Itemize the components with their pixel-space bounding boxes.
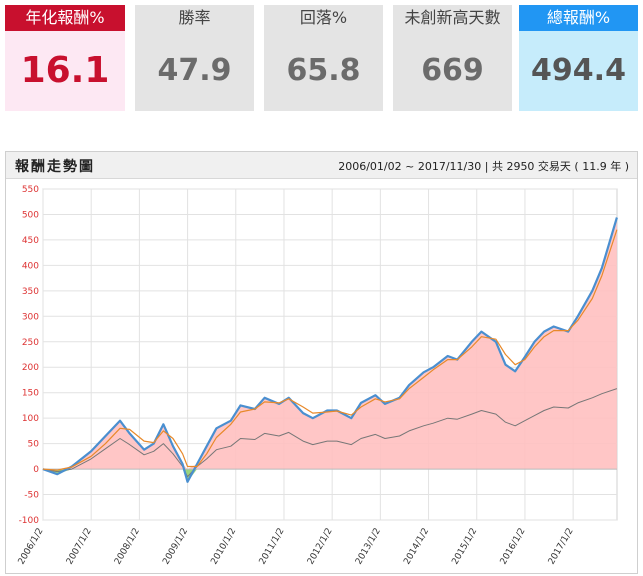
x-tick-label: 2007/1/2	[65, 527, 94, 567]
x-tick-label: 2010/1/2	[210, 527, 239, 567]
total-return-card: 總報酬% 494.4	[519, 5, 638, 111]
win-rate-label: 勝率	[135, 5, 254, 31]
y-tick-label: -100	[19, 516, 40, 526]
x-tick-label: 2017/1/2	[547, 527, 576, 567]
x-tick-label: 2008/1/2	[113, 527, 142, 567]
y-tick-label: 50	[28, 440, 40, 450]
drawdown-label: 回落%	[264, 5, 383, 31]
x-tick-label: 2014/1/2	[402, 527, 431, 567]
annual-return-value: 16.1	[5, 31, 125, 111]
y-tick-label: 150	[22, 389, 39, 399]
y-tick-label: 450	[22, 236, 39, 246]
x-tick-label: 2013/1/2	[354, 527, 383, 567]
x-tick-label: 2009/1/2	[161, 527, 190, 567]
x-tick-label: 2012/1/2	[306, 527, 335, 567]
total-return-value: 494.4	[519, 31, 638, 111]
days-without-high-value: 669	[393, 31, 512, 111]
y-tick-label: 0	[33, 465, 39, 475]
y-tick-label: 350	[22, 287, 39, 297]
y-tick-label: 500	[22, 210, 39, 220]
return-chart: 550500450400350300250200150100500-50-100…	[17, 185, 618, 567]
y-tick-label: 250	[22, 338, 39, 348]
days-without-high-label: 未創新高天數	[393, 5, 512, 31]
x-tick-label: 2015/1/2	[450, 527, 479, 567]
y-tick-label: 550	[22, 185, 39, 195]
y-tick-label: 400	[22, 261, 39, 271]
drawdown-value: 65.8	[264, 31, 383, 111]
y-tick-label: 300	[22, 312, 39, 322]
x-tick-label: 2011/1/2	[258, 527, 287, 567]
win-rate-value: 47.9	[135, 31, 254, 111]
return-trend-panel: 報酬走勢圖 2006/01/02 ~ 2017/11/30 | 共 2950 交…	[5, 151, 638, 574]
annual-return-label: 年化報酬%	[5, 5, 125, 31]
drawdown-card: 回落% 65.8	[264, 5, 383, 111]
x-tick-label: 2016/1/2	[499, 527, 528, 567]
y-tick-label: -50	[24, 491, 39, 501]
total-return-label: 總報酬%	[519, 5, 638, 31]
y-tick-label: 200	[22, 363, 39, 373]
x-tick-label: 2006/1/2	[17, 527, 46, 567]
annual-return-card: 年化報酬% 16.1	[5, 5, 125, 111]
y-tick-label: 100	[22, 414, 39, 424]
days-without-high-card: 未創新高天數 669	[393, 5, 512, 111]
win-rate-card: 勝率 47.9	[135, 5, 254, 111]
